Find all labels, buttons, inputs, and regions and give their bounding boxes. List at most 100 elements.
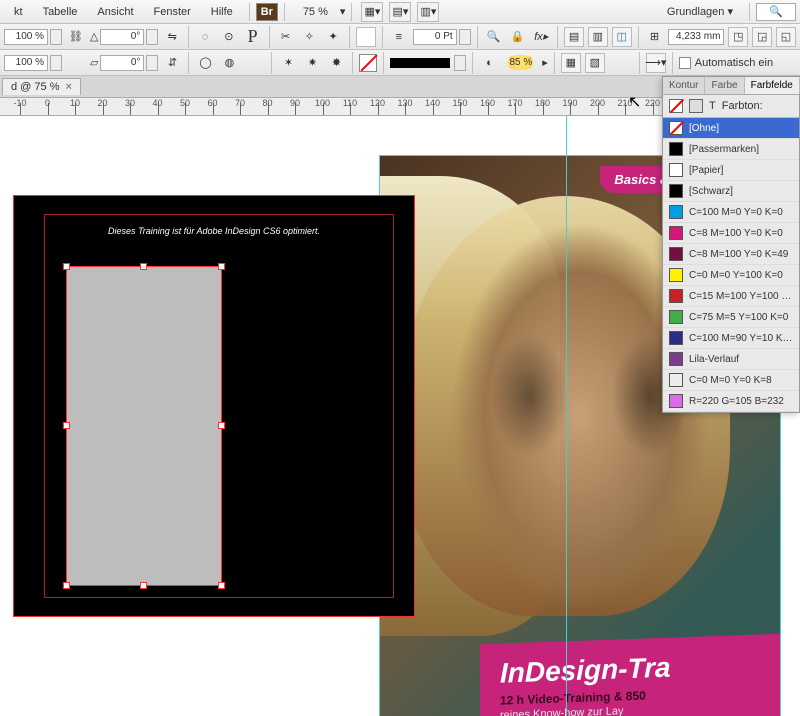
- pathfinder-2-icon[interactable]: ✧: [299, 27, 319, 47]
- swatch-row[interactable]: C=8 M=100 Y=0 K=0: [663, 223, 799, 244]
- fill-indicator-icon[interactable]: [669, 99, 683, 113]
- menu-tabelle[interactable]: Tabelle: [33, 6, 88, 18]
- flip-v-icon[interactable]: ⇵: [162, 53, 182, 73]
- align-left-icon[interactable]: ▤: [564, 27, 584, 47]
- guide-vertical[interactable]: [566, 116, 567, 716]
- swatch-row[interactable]: R=220 G=105 B=232: [663, 391, 799, 412]
- shear-field[interactable]: ▱: [90, 55, 158, 71]
- swatch-row[interactable]: C=0 M=0 Y=100 K=0: [663, 265, 799, 286]
- tab-kontur[interactable]: Kontur: [663, 77, 705, 94]
- swatch-chip-icon: [669, 184, 683, 198]
- swatch-chip-icon: [669, 289, 683, 303]
- swatch-row[interactable]: [Schwarz]: [663, 181, 799, 202]
- handle-bc[interactable]: [140, 582, 147, 589]
- align-center-icon[interactable]: ▥: [588, 27, 608, 47]
- pathfinder-1-icon[interactable]: ✂: [276, 27, 296, 47]
- oval2-icon[interactable]: ◍: [219, 53, 239, 73]
- width-field[interactable]: [668, 29, 724, 45]
- pf5-icon[interactable]: ✷: [302, 53, 322, 73]
- tab-farbfelder[interactable]: Farbfelde: [745, 77, 800, 94]
- swatch-row[interactable]: C=8 M=100 Y=0 K=49: [663, 244, 799, 265]
- handle-bl[interactable]: [63, 582, 70, 589]
- rotate-field[interactable]: △: [90, 29, 158, 45]
- workspace-switcher[interactable]: Grundlagen ▾: [657, 5, 743, 18]
- stroke-style-dd[interactable]: [454, 55, 466, 71]
- left-page[interactable]: Dieses Training ist für Adobe InDesign C…: [14, 196, 414, 616]
- textwrap-2-icon[interactable]: ▧: [585, 53, 605, 73]
- pf4-icon[interactable]: ✶: [278, 53, 298, 73]
- swatches-panel[interactable]: Kontur Farbe Farbfelde T Farbton: [Ohne]…: [662, 76, 800, 413]
- menu-kt[interactable]: kt: [4, 6, 33, 18]
- fill-swatch[interactable]: [356, 27, 376, 47]
- panel-header: T Farbton:: [663, 95, 799, 118]
- swatch-name: C=100 M=90 Y=10 K=0: [689, 333, 793, 344]
- zoom-level[interactable]: 75 %: [303, 6, 328, 18]
- stroke-swatch-none[interactable]: [359, 54, 377, 72]
- handle-tc[interactable]: [140, 263, 147, 270]
- swatch-row[interactable]: [Ohne]: [663, 118, 799, 139]
- swatch-row[interactable]: [Passermarken]: [663, 139, 799, 160]
- view-mode-2-icon[interactable]: ▤▾: [389, 2, 411, 22]
- zoom-icon[interactable]: 🔍: [484, 27, 504, 47]
- stroke-style[interactable]: [390, 58, 450, 68]
- swatch-row[interactable]: [Papier]: [663, 160, 799, 181]
- chevron-down-icon[interactable]: ▾: [340, 5, 346, 18]
- swatch-row[interactable]: C=100 M=0 Y=0 K=0: [663, 202, 799, 223]
- pathfinder-3-icon[interactable]: ✦: [323, 27, 343, 47]
- lock-icon[interactable]: 🔒: [508, 27, 528, 47]
- opacity-slider-icon[interactable]: ▸: [542, 56, 548, 69]
- search-icon[interactable]: 🔍: [756, 3, 796, 21]
- handle-br[interactable]: [218, 582, 225, 589]
- swatch-row[interactable]: C=0 M=0 Y=0 K=8: [663, 370, 799, 391]
- flip-h-icon[interactable]: ⇋: [162, 27, 182, 47]
- corner-1-icon[interactable]: ◳: [728, 27, 748, 47]
- tab-farbe[interactable]: Farbe: [705, 77, 744, 94]
- width-icon: ⊞: [645, 27, 665, 47]
- swatch-chip-icon: [669, 373, 683, 387]
- swatch-chip-icon: [669, 121, 683, 135]
- paragraph-icon[interactable]: P: [243, 27, 263, 47]
- view-mode-1-icon[interactable]: ▦▾: [361, 2, 383, 22]
- document-tab[interactable]: d @ 75 % ×: [2, 78, 81, 95]
- swatch-name: [Papier]: [689, 165, 723, 176]
- textwrap-1-icon[interactable]: ▦: [561, 53, 581, 73]
- control-bar-1: ⛓ △ ⇋ ◌ ⊙ P ✂ ✧ ✦ ≡ 🔍 🔒 fx▸ ▤ ▥ ◫ ⊞ ◳ ◲ …: [0, 24, 800, 50]
- dashed-circle-icon[interactable]: ◌: [195, 27, 215, 47]
- opacity-field[interactable]: 85 %: [503, 55, 538, 70]
- swatch-row[interactable]: C=75 M=5 Y=100 K=0: [663, 307, 799, 328]
- dotted-circle-icon[interactable]: ⊙: [219, 27, 239, 47]
- menu-ansicht[interactable]: Ansicht: [87, 6, 143, 18]
- text-target-icon[interactable]: T: [709, 100, 716, 112]
- fx-icon[interactable]: fx▸: [531, 27, 551, 47]
- auto-checkbox[interactable]: [679, 57, 691, 69]
- oval-icon[interactable]: ◯: [195, 53, 215, 73]
- left-caption[interactable]: Dieses Training ist für Adobe InDesign C…: [14, 226, 414, 236]
- scale-y-field[interactable]: [4, 55, 62, 71]
- swatch-chip-icon: [669, 226, 683, 240]
- swatch-name: C=0 M=0 Y=100 K=0: [689, 270, 783, 281]
- stroke-weight-field[interactable]: [413, 29, 471, 45]
- arrow-end-icon[interactable]: ⟶▾: [646, 53, 666, 73]
- swatch-row[interactable]: Lila-Verlauf: [663, 349, 799, 370]
- pf6-icon[interactable]: ✸: [326, 53, 346, 73]
- stroke-indicator-icon[interactable]: [689, 99, 703, 113]
- link-scale-icon[interactable]: ⛓: [66, 27, 86, 47]
- title-band[interactable]: InDesign-Tra 12 h Video-Training & 850 r…: [480, 632, 780, 716]
- frame-fit-icon[interactable]: ◫: [612, 27, 632, 47]
- close-icon[interactable]: ×: [65, 81, 71, 93]
- corner-2-icon[interactable]: ◲: [752, 27, 772, 47]
- image-frame[interactable]: [66, 266, 222, 586]
- handle-ml[interactable]: [63, 422, 70, 429]
- swatch-chip-icon: [669, 247, 683, 261]
- swatch-row[interactable]: C=100 M=90 Y=10 K=0: [663, 328, 799, 349]
- swatch-row[interactable]: C=15 M=100 Y=100 K=0: [663, 286, 799, 307]
- view-mode-3-icon[interactable]: ▥▾: [417, 2, 439, 22]
- handle-mr[interactable]: [218, 422, 225, 429]
- handle-tl[interactable]: [63, 263, 70, 270]
- bridge-icon[interactable]: Br: [256, 3, 278, 21]
- scale-x-field[interactable]: [4, 29, 62, 45]
- menu-hilfe[interactable]: Hilfe: [201, 6, 243, 18]
- handle-tr[interactable]: [218, 263, 225, 270]
- menu-fenster[interactable]: Fenster: [144, 6, 201, 18]
- corner-3-icon[interactable]: ◱: [776, 27, 796, 47]
